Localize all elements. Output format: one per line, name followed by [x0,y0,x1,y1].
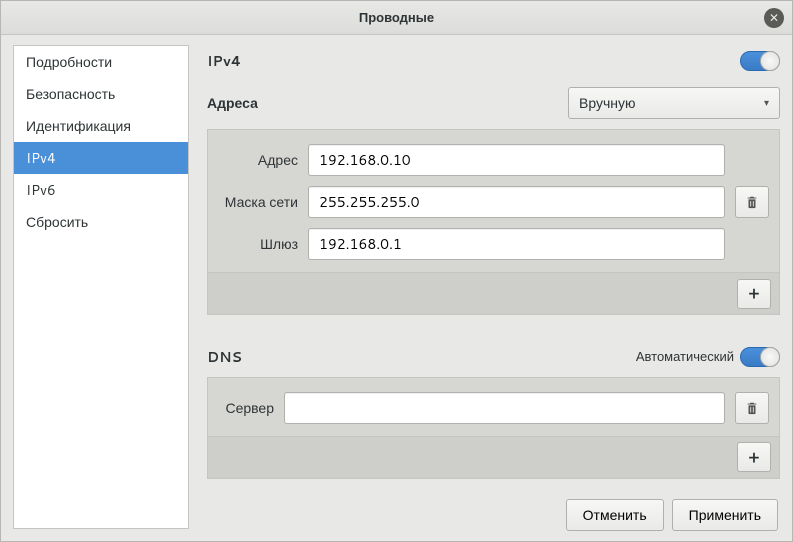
dns-panel: Сервер [207,377,780,436]
address-fields: Адрес Маска сети Шлюз [218,144,725,260]
add-address-button[interactable]: + [737,279,771,309]
dns-auto-switch[interactable] [740,347,780,367]
gateway-row: Шлюз [218,228,725,260]
add-dns-button[interactable]: + [737,442,771,472]
sidebar-item-label: IPv4 [26,148,56,168]
sidebar-item-label: Безопасность [26,84,115,104]
gateway-label: Шлюз [218,234,298,254]
switch-knob-icon [760,51,780,71]
dns-server-input[interactable] [284,392,725,424]
sidebar-item-reset[interactable]: Сбросить [14,206,188,238]
netmask-input[interactable] [308,186,725,218]
sidebar-item-details[interactable]: Подробности [14,46,188,78]
netmask-row: Маска сети [218,186,725,218]
titlebar: Проводные ✕ [1,1,792,35]
close-button[interactable]: ✕ [764,8,784,28]
main-content: IPv4 Адреса Вручную ▾ Адрес [207,45,780,529]
ipv4-switch[interactable] [740,51,780,71]
ipv4-heading: IPv4 [207,51,241,71]
dns-server-row: Сервер [218,392,725,424]
apply-label: Применить [689,505,761,525]
window-title: Проводные [359,9,434,27]
chevron-down-icon: ▾ [764,96,769,110]
dns-fields: Сервер [218,392,725,424]
switch-knob-icon [760,347,780,367]
settings-window: Проводные ✕ Подробности Безопасность Иде… [0,0,793,542]
method-selected: Вручную [579,93,764,113]
sidebar: Подробности Безопасность Идентификация I… [13,45,189,529]
body: Подробности Безопасность Идентификация I… [1,35,792,541]
sidebar-item-label: IPv6 [26,180,56,200]
ipv4-header-row: IPv4 [207,51,780,71]
sidebar-item-label: Идентификация [26,116,131,136]
address-addbar: + [207,272,780,315]
delete-address-button[interactable] [735,186,769,218]
apply-button[interactable]: Применить [672,499,778,531]
cancel-button[interactable]: Отменить [566,499,664,531]
sidebar-item-ipv4[interactable]: IPv4 [14,142,188,174]
dns-auto-label: Автоматический [636,348,734,366]
gateway-input[interactable] [308,228,725,260]
cancel-label: Отменить [583,505,647,525]
plus-icon: + [749,282,760,305]
address-label: Адрес [218,150,298,170]
netmask-label: Маска сети [218,192,298,212]
trash-icon [745,195,759,209]
address-panel: Адрес Маска сети Шлюз [207,129,780,272]
address-side-buttons [735,144,769,260]
method-combo[interactable]: Вручную ▾ [568,87,780,119]
delete-dns-button[interactable] [735,392,769,424]
trash-icon [745,401,759,415]
dns-server-label: Сервер [218,398,274,418]
close-icon: ✕ [769,12,779,24]
sidebar-item-ipv6[interactable]: IPv6 [14,174,188,206]
sidebar-item-label: Сбросить [26,212,88,232]
dns-addbar: + [207,436,780,479]
addresses-row: Адреса Вручную ▾ [207,87,780,119]
sidebar-item-security[interactable]: Безопасность [14,78,188,110]
sidebar-item-label: Подробности [26,52,112,72]
sidebar-item-identity[interactable]: Идентификация [14,110,188,142]
addresses-label: Адреса [207,93,258,113]
dns-heading: DNS [207,347,242,367]
address-row: Адрес [218,144,725,176]
plus-icon: + [749,446,760,469]
dns-header-row: DNS Автоматический [207,347,780,367]
dialog-footer: Отменить Применить [566,499,778,531]
address-input[interactable] [308,144,725,176]
dns-side-buttons [735,392,769,424]
